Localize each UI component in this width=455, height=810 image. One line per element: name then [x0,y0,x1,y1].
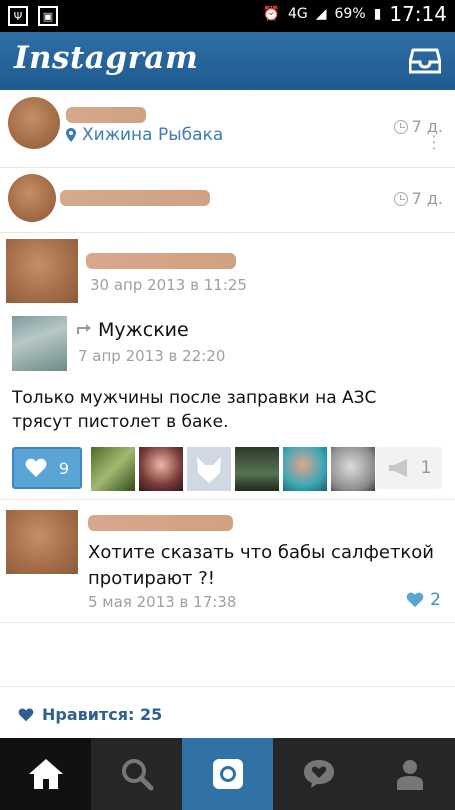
camera-icon [212,759,243,789]
liker-avatar[interactable] [139,447,183,491]
home-icon [28,759,63,789]
heart-icon [25,458,47,477]
liker-avatar[interactable] [331,447,375,491]
liker-avatar[interactable] [91,447,135,491]
app-header: Instagram [0,32,455,90]
liker-avatar[interactable] [235,447,279,491]
commenter-redacted[interactable] [88,515,233,531]
comment-date: 5 мая 2013 в 17:38 [88,593,237,611]
gallery-icon: ▣ [38,6,58,26]
clock-icon [393,191,408,206]
clock-icon [393,119,408,134]
comment-like-count[interactable]: 2 [406,590,441,610]
battery-label: 69% [334,6,366,22]
heart-icon [18,708,34,721]
post-author-redacted[interactable] [86,253,236,269]
nav-home[interactable] [0,738,91,810]
activity-row[interactable]: 7 д. [0,168,455,233]
status-bar: Ψ ▣ ⏰ 4G ◢ 69% ▮ 17:14 [0,0,455,32]
alarm-icon: ⏰ [262,6,280,22]
location-pin-icon [66,128,76,142]
comment-text: Хотите сказать что бабы салфеткой протир… [88,542,435,589]
more-icon[interactable]: ⋮ [425,134,443,152]
total-likes[interactable]: Нравится: 25 [18,705,162,724]
repost-source[interactable]: Мужские [98,319,189,341]
activity-heart-icon [303,760,334,788]
post-text: Только мужчины после заправки на АЗС тря… [12,388,377,432]
repost-icon [77,324,91,334]
profile-icon [396,760,423,790]
signal-icon: ◢ [315,6,327,22]
repost-thumbnail[interactable] [12,316,67,371]
divider [0,686,455,687]
app-logo: Instagram [14,40,199,76]
bottom-nav [0,738,455,810]
post-date: 30 апр 2013 в 11:25 [90,276,247,294]
usb-icon: Ψ [8,6,28,26]
post-author-avatar[interactable] [6,239,78,303]
nav-search[interactable] [91,738,182,810]
share-button[interactable]: 1 [376,447,442,489]
megaphone-icon [388,459,407,477]
avatar[interactable] [8,174,56,222]
search-icon [121,759,153,791]
location-link[interactable]: Хижина Рыбака [66,125,223,145]
username-redacted[interactable] [66,107,146,123]
repost-date: 7 апр 2013 в 22:20 [78,347,226,365]
divider [0,499,455,500]
default-dog-avatar-icon [197,457,221,483]
nav-camera[interactable] [182,738,273,810]
avatar[interactable] [8,97,60,149]
liker-avatar[interactable] [187,447,231,491]
inbox-icon[interactable] [409,46,441,74]
time-ago: 7 д. [393,189,443,208]
battery-icon: ▮ [373,6,382,22]
liker-avatar[interactable] [283,447,327,491]
network-label: 4G [287,6,308,22]
commenter-avatar[interactable] [6,510,78,574]
like-button[interactable]: 9 [12,447,82,489]
divider [0,622,455,623]
username-redacted[interactable] [60,190,210,206]
nav-profile[interactable] [364,738,455,810]
heart-icon [406,592,424,608]
nav-activity[interactable] [273,738,364,810]
clock-time: 17:14 [389,2,447,26]
